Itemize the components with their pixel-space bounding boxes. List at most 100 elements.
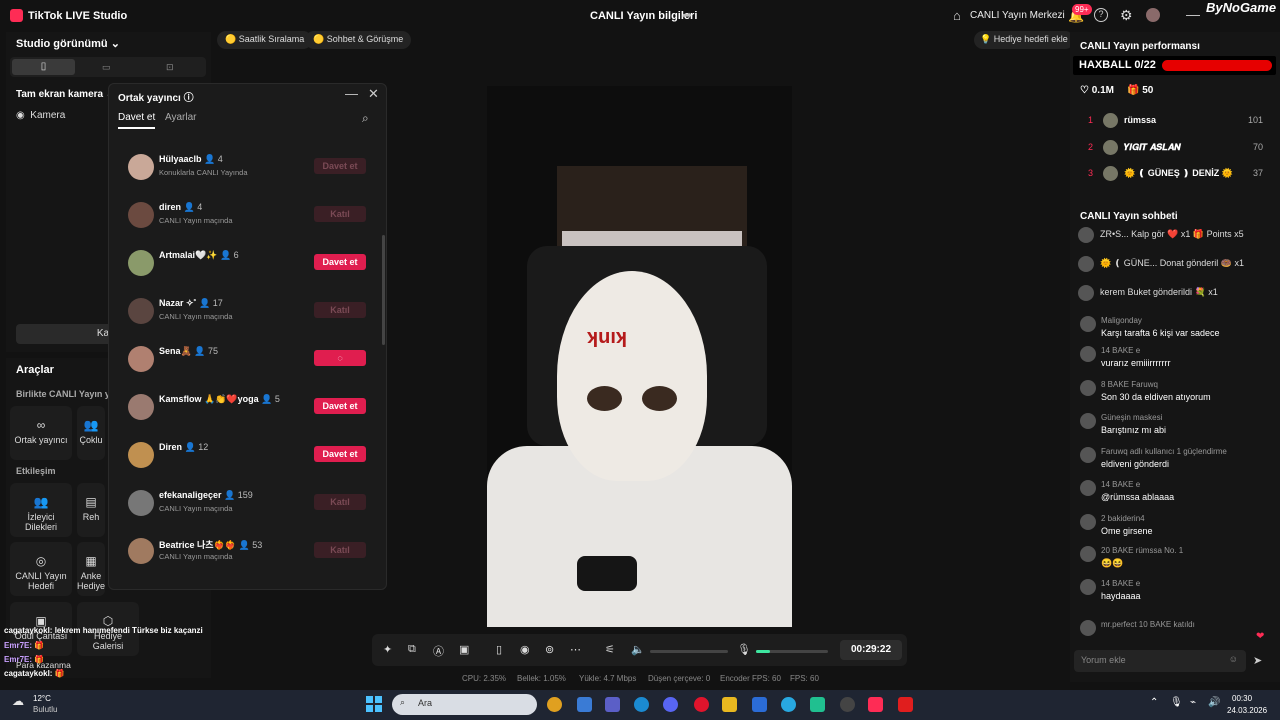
cohost-action-button[interactable]: ◌ [314,350,366,366]
effects-icon[interactable]: ⧉ [408,643,416,656]
camera-source[interactable]: ◉ Kamera [16,110,65,121]
search-icon[interactable]: ⌕ [362,111,369,126]
volume-icon[interactable]: 🔊 [1208,697,1220,708]
avatar [1078,285,1094,301]
link-icon: ∞ [36,418,46,432]
tray-chevron-icon[interactable]: ⌃ [1150,697,1158,708]
teams-icon[interactable] [605,697,620,712]
live-center-link[interactable]: CANLI Yayın Merkezi [970,10,1065,21]
tools-title: Araçlar [16,364,54,376]
mask-eye [587,386,622,411]
scrollbar[interactable] [382,235,385,345]
avatar [128,490,154,516]
comment-input[interactable]: Yorum ekle ☺ [1074,650,1246,672]
chat-text: Ome girsene [1101,526,1153,536]
cohost-action-button[interactable]: Katıl [314,542,366,558]
tool-live-goal[interactable]: ◎ CANLI Yayın Hedefi [10,542,72,596]
sliders-icon[interactable]: ⚟ [605,643,615,656]
clock-time[interactable]: 00:30 [1232,694,1252,703]
cohost-list-item: Hülyaaclb 👤 4 Konuklarla CANLI Yayında Dav… [128,152,368,184]
chat-username: 8 BAKE Faruwq [1101,380,1158,389]
gift-goal-pill[interactable]: 💡 Hediye hedefi ekle [974,31,1074,49]
likes-count: ♡ 0.1M [1080,85,1114,96]
tab-settings[interactable]: Ayarlar [165,112,197,123]
taskbar-search[interactable]: ⌕ Ara [392,694,537,715]
tool-reh[interactable]: ▤ Reh [77,483,105,537]
chat-username: mr.perfect 10 BAKE katıldı [1101,620,1195,629]
cohost-action-button[interactable]: Katıl [314,302,366,318]
folder-icon[interactable] [722,697,737,712]
cohost-action-button[interactable]: Davet et [314,398,366,414]
cohost-action-button[interactable]: Davet et [314,158,366,174]
hourly-ranking-pill[interactable]: 🟡 Saatlik Sıralama [217,31,313,49]
more-icon[interactable]: ⋯ [570,643,581,656]
browser-icon[interactable] [781,697,796,712]
gear-icon[interactable]: ⚙ [1120,7,1133,24]
home-icon[interactable]: ⌂ [953,8,961,23]
clock-date[interactable]: 24.03.2026 [1227,706,1267,715]
chrome-icon[interactable] [547,697,562,712]
send-icon[interactable]: ➤ [1253,654,1262,667]
speaker-icon[interactable]: 🔈 [631,643,645,656]
tray-mic-icon[interactable]: 🎙 [1170,697,1183,708]
network-icon[interactable]: ⌁ [1190,697,1196,708]
cohost-name: Diren 👤 12 [159,442,209,452]
obs-icon[interactable] [840,697,855,712]
phone-icon[interactable]: ▯ [496,643,502,656]
cohost-action-button[interactable]: Katıl [314,494,366,510]
minimize-icon[interactable]: — [345,86,358,101]
preview-mask [557,271,707,481]
tool-cohost[interactable]: ∞ Ortak yayıncı [10,406,72,460]
cohost-action-button[interactable]: Davet et [314,254,366,270]
magic-wand-icon[interactable]: ✦ [383,643,392,656]
avatar [1103,166,1118,181]
portrait-icon[interactable]: ▯ [12,59,75,75]
cpu-stat: CPU: 2.35% [462,674,507,683]
tool-viewer-requests[interactable]: 👥 İzleyici Dilekleri [10,483,72,537]
ai-icon[interactable]: Ⓐ [433,643,444,659]
layout-icon[interactable]: ⊡ [166,62,174,73]
windows-start-icon[interactable] [366,696,382,712]
speaker-volume-slider[interactable] [650,650,728,653]
overlay-chat-line: cagataykokl: 🎁 [4,669,65,678]
studio-view-dropdown[interactable]: Studio görünümü ⌄ [16,37,120,50]
mail-icon[interactable] [752,697,767,712]
avatar[interactable] [1146,8,1160,22]
cohost-action-button[interactable]: Katıl [314,206,366,222]
chat-text: @rümssa ablaaaa [1101,492,1175,502]
help-icon[interactable]: ? [1094,8,1108,22]
store-icon[interactable] [577,697,592,712]
app-icon[interactable] [810,697,825,712]
cohost-action-button[interactable]: Davet et [314,446,366,462]
share-icon[interactable]: ➦ [682,8,696,22]
ranking-row[interactable]: 1 rümssa 101 [1088,113,1263,133]
tool-gift-poll[interactable]: ▦ Anke Hediye [77,542,105,596]
record-icon[interactable]: ◉ [520,643,530,656]
tab-invite[interactable]: Davet et [118,112,155,123]
scene-dropdown[interactable]: Tam ekran kamera ⌄ [16,89,114,100]
discord-icon[interactable] [663,697,678,712]
youtube-icon[interactable] [898,697,913,712]
camera-settings-icon[interactable]: ⊚ [545,643,554,656]
close-icon[interactable]: ✕ [368,86,379,102]
rank-name: 🌞 ❪ GÜNEŞ ❫ DENİZ 🌞 [1124,168,1234,178]
opera-icon[interactable] [694,697,709,712]
viewer-count: 👤 4 [183,202,203,212]
tiktok-icon[interactable] [868,697,883,712]
emoji-icon[interactable]: ☺ [1229,654,1238,664]
chat-message: 14 BAKE e haydaaaa [1080,579,1270,609]
landscape-icon[interactable]: ▭ [102,62,111,73]
tool-multi[interactable]: 👥 Çoklu [77,406,105,460]
microphone-icon[interactable]: 🎙 [737,643,751,656]
chat-call-pill[interactable]: 🟡 Sohbet & Görüşme [305,31,412,49]
edge-icon[interactable] [634,697,649,712]
cohost-name: Nazar ✧˚ 👤 17 [159,298,223,308]
ranking-row[interactable]: 3 🌞 ❪ GÜNEŞ ❫ DENİZ 🌞 37 [1088,166,1263,186]
chat-text: Barıştınız mı abi [1101,425,1167,435]
minimize-icon[interactable]: — [1186,6,1200,22]
ranking-row[interactable]: 2 𝒀𝑰𝑮𝑰𝑻 𝑨𝑺𝑳𝑨𝑵 70 [1088,140,1263,160]
chat-username: 14 BAKE e [1101,346,1141,355]
watermark-logo: ByNoGame [1206,0,1277,15]
info-icon[interactable]: ⓘ [184,93,194,104]
screen-icon[interactable]: ▣ [459,643,469,656]
